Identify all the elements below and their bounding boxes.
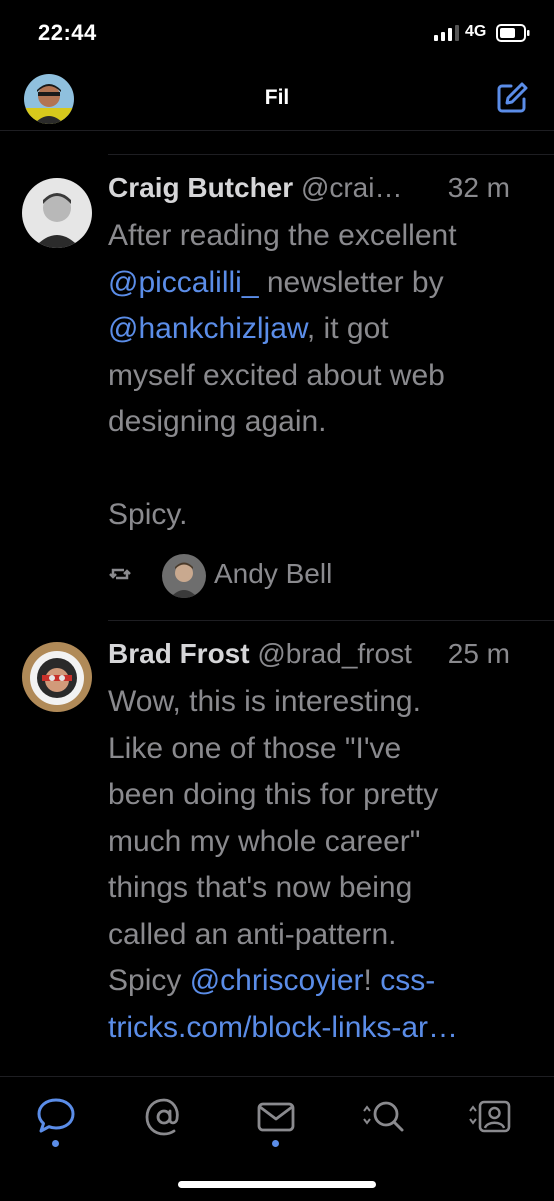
- avatar[interactable]: [22, 642, 92, 712]
- avatar: [162, 554, 206, 598]
- author-handle[interactable]: @crai…: [301, 172, 403, 203]
- timestamp: 32 m: [447, 172, 510, 203]
- page-title: Fil: [264, 86, 290, 109]
- text-segment: !: [363, 964, 381, 997]
- author-name[interactable]: Brad Frost: [108, 638, 250, 669]
- divider: [108, 620, 554, 621]
- text-segment: newsletter by: [266, 265, 444, 299]
- signal-strength-icon: [434, 25, 459, 41]
- avatar-image: [22, 642, 92, 712]
- mention-link[interactable]: @hankchizljaw: [108, 312, 307, 345]
- timestamp: 25 m: [447, 638, 510, 669]
- tweet-text: Wow, this is interesting. Like one of th…: [108, 679, 528, 1051]
- network-type: 4G: [465, 23, 487, 40]
- avatar-image: [162, 554, 206, 598]
- retweet-icon: [109, 568, 131, 580]
- compose-icon[interactable]: [494, 80, 530, 116]
- tweet-text: After reading the excellent @piccalilli_…: [108, 213, 528, 539]
- avatar-image: [22, 178, 92, 248]
- status-bar: 22:44 4G: [0, 0, 554, 66]
- tweet-header: Brad Frost @brad_frost 25 m: [108, 638, 532, 674]
- text-segment: Wow, this is interesting. Like one of th…: [108, 685, 439, 997]
- retweeted-by: Andy Bell: [214, 558, 333, 589]
- at-icon[interactable]: [142, 1095, 186, 1139]
- tweet-header: Craig Butcher @crai… 32 m: [108, 172, 532, 208]
- active-indicator: [52, 1140, 59, 1147]
- text-segment: After reading the excellent: [108, 219, 457, 252]
- mention-link[interactable]: @piccalilli_: [108, 266, 259, 299]
- unread-indicator: [272, 1140, 279, 1147]
- profile-card-icon[interactable]: [468, 1095, 512, 1139]
- home-indicator[interactable]: [178, 1181, 376, 1188]
- divider: [108, 154, 554, 155]
- nav-header: Fil: [0, 66, 554, 131]
- author-handle[interactable]: @brad_frost: [257, 638, 412, 669]
- battery-icon: [496, 24, 530, 42]
- status-time: 22:44: [38, 20, 97, 45]
- avatar[interactable]: [22, 178, 92, 248]
- envelope-icon[interactable]: [254, 1095, 298, 1139]
- mention-link[interactable]: @chriscoyier: [190, 964, 364, 997]
- chat-bubble-icon[interactable]: [34, 1095, 78, 1139]
- search-icon[interactable]: [362, 1095, 406, 1139]
- author-name[interactable]: Craig Butcher: [108, 172, 293, 203]
